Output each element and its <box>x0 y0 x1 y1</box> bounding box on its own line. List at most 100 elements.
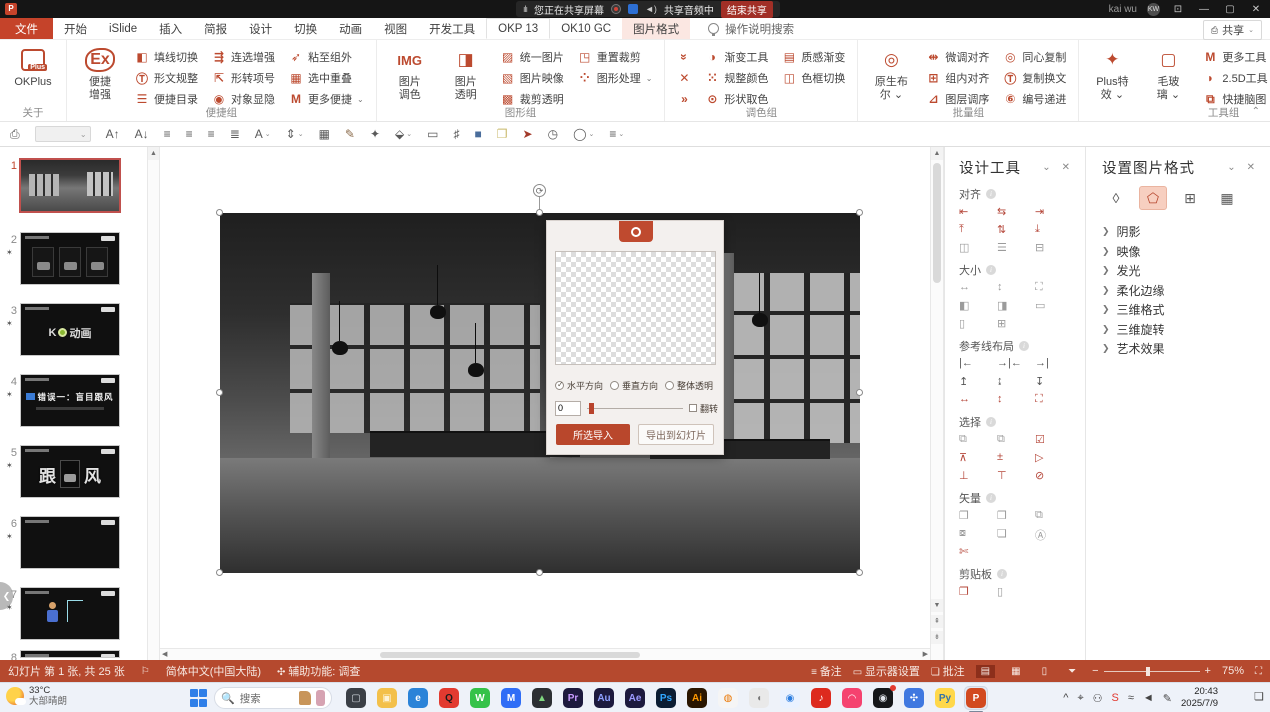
align-middle-icon[interactable]: ⇅ <box>997 223 1035 237</box>
resize-handle-nw[interactable] <box>216 209 223 216</box>
record-icon[interactable] <box>611 4 621 14</box>
rotate-handle[interactable]: ⟳ <box>533 184 546 197</box>
guide-span-v-icon[interactable]: ↕ <box>997 393 1035 407</box>
okplus-logo-button[interactable]: PlusOKPlus <box>8 44 58 89</box>
tab-开发工具[interactable]: 开发工具 <box>418 18 486 39</box>
tab-图片格式[interactable]: 图片格式 <box>622 18 690 39</box>
transparency-slider[interactable] <box>587 401 683 415</box>
select-below-icon[interactable]: ⊥ <box>959 469 997 483</box>
info-icon[interactable]: i <box>986 189 996 199</box>
info-icon[interactable]: i <box>986 265 996 275</box>
slide-thumbnail-6[interactable] <box>20 516 120 569</box>
image-reflection-button[interactable]: ▧图片映像 <box>497 68 568 88</box>
format-section-艺术效果[interactable]: ❯艺术效果 <box>1102 339 1270 359</box>
import-selected-button[interactable]: 所选导入 <box>556 424 630 445</box>
zoom-track[interactable] <box>1104 671 1200 672</box>
stop-share-button[interactable]: 结束共享 <box>721 1 773 18</box>
resize-handle-e[interactable] <box>856 389 863 396</box>
select-under-icon[interactable]: ⊤ <box>997 469 1035 483</box>
tab-动画[interactable]: 动画 <box>328 18 373 39</box>
guide-frame-icon[interactable]: ⛶ <box>1035 393 1073 407</box>
vector-text-icon[interactable]: Ⓐ <box>1035 527 1073 541</box>
transparency-preview[interactable] <box>555 251 716 365</box>
qq-taskbar-icon[interactable]: Q <box>437 686 461 710</box>
table-icon[interactable]: ▦ <box>319 127 330 141</box>
select-same-icon[interactable]: ⧉ <box>959 433 997 447</box>
wechat-taskbar-icon[interactable]: W <box>468 686 492 710</box>
line-spacing-icon[interactable]: ⇕⌄ <box>286 127 304 141</box>
proofing-icon[interactable]: ⚐ <box>141 666 150 677</box>
slide-thumbnail-2[interactable] <box>20 232 120 285</box>
radio-水平方向[interactable]: 水平方向 <box>555 379 603 392</box>
slide-thumbnail-5[interactable]: 跟风 <box>20 445 120 498</box>
pinwheel-3d-app-taskbar-icon[interactable]: ✣ <box>902 686 926 710</box>
fine-align-button[interactable]: ⇹微调对齐 <box>922 47 993 67</box>
export-to-slide-button[interactable]: 导出到幻灯片 <box>638 424 714 445</box>
plus-effects-button[interactable]: ✦Plus特 效 ⌄ <box>1087 44 1137 102</box>
select-pointer-icon[interactable]: ▷ <box>1035 451 1073 465</box>
guide-center-h-icon[interactable]: →|← <box>997 357 1035 371</box>
premiere-taskbar-icon[interactable]: Pr <box>561 686 585 710</box>
slide-thumbnail-8[interactable] <box>20 650 120 658</box>
select-above-icon[interactable]: ⊼ <box>959 451 997 465</box>
thumbnails-scrollbar[interactable]: ▲ <box>147 147 160 660</box>
font-size-select[interactable]: ⌄ <box>35 126 91 142</box>
info-icon[interactable]: i <box>986 417 996 427</box>
minimize-button[interactable]: — <box>1196 4 1212 15</box>
vector-cut-icon[interactable]: ✄ <box>959 545 997 559</box>
collapse-ribbon-icon[interactable]: ⌃ <box>1252 106 1260 117</box>
multi-select-enhance-button[interactable]: ⇶连选增强 <box>208 47 279 67</box>
python-taskbar-icon[interactable]: Py <box>933 686 957 710</box>
fill-line-tab[interactable]: ◊ <box>1102 186 1130 210</box>
format-painter-icon[interactable]: ✎ <box>345 127 355 141</box>
align-center-icon[interactable]: ≡ <box>186 127 193 141</box>
avatar[interactable]: KW <box>1147 3 1160 16</box>
blue-circle-app-taskbar-icon[interactable]: ◉ <box>778 686 802 710</box>
netease-music-taskbar-icon[interactable]: ♪ <box>809 686 833 710</box>
vector-fragment-icon[interactable]: ❏ <box>997 527 1035 541</box>
native-boolean-button[interactable]: ◎原生布 尔 ⌄ <box>866 44 916 102</box>
resize-handle-ne[interactable] <box>856 209 863 216</box>
tab-OK10 GC[interactable]: OK10 GC <box>550 18 622 39</box>
tell-me-search[interactable]: 操作说明搜索 <box>708 18 794 39</box>
obs-taskbar-icon[interactable]: ◉ <box>871 686 895 710</box>
volume-icon[interactable]: ◄ <box>1143 692 1154 704</box>
resize-handle-w[interactable] <box>216 389 223 396</box>
reset-crop-button[interactable]: ◳重置裁剪 <box>574 47 657 67</box>
dark-green-app-taskbar-icon[interactable]: ▲ <box>530 686 554 710</box>
red-arrow-icon[interactable]: ➤ <box>523 127 533 141</box>
close-icon[interactable]: ✕ <box>1247 162 1256 173</box>
resize-handle-n[interactable] <box>536 209 543 216</box>
resize-handle-s[interactable] <box>536 569 543 576</box>
resize-handle-sw[interactable] <box>216 569 223 576</box>
size-properties-tab[interactable]: ⊞ <box>1176 186 1204 210</box>
paste-outside-group-button[interactable]: ➶粘至组外 <box>285 47 368 67</box>
file-explorer-taskbar-icon[interactable]: ▣ <box>375 686 399 710</box>
sogou-icon[interactable]: S <box>1112 692 1119 704</box>
taskbar-clock[interactable]: 20:432025/7/9 <box>1181 686 1218 710</box>
pen-icon[interactable]: ✎ <box>1163 692 1172 705</box>
copy-icon[interactable]: ❐ <box>959 585 997 599</box>
stretch-h-icon[interactable]: ▭ <box>1035 299 1073 313</box>
guide-span-h-icon[interactable]: ↔ <box>959 393 997 407</box>
slide-thumbnail-7[interactable] <box>20 587 120 640</box>
after-effects-taskbar-icon[interactable]: Ae <box>623 686 647 710</box>
vector-intersect-icon[interactable]: ⧉ <box>1035 509 1073 523</box>
next-slide-icon[interactable]: ⇟ <box>931 631 943 644</box>
notification-center-icon[interactable]: ❏ <box>1254 690 1264 703</box>
vector-union-icon[interactable]: ❐ <box>959 509 997 523</box>
microphone-icon[interactable]: ⌖ <box>1077 692 1083 705</box>
vector-combine-icon[interactable]: ⧇ <box>959 527 997 541</box>
tab-iSlide[interactable]: iSlide <box>98 18 148 39</box>
color-frame-toggle-button[interactable]: ◫色框切换 <box>778 68 849 88</box>
tab-插入[interactable]: 插入 <box>148 18 193 39</box>
format-section-三维格式[interactable]: ❯三维格式 <box>1102 300 1270 320</box>
slider-handle[interactable] <box>589 403 594 414</box>
resize-handle-se[interactable] <box>856 569 863 576</box>
info-icon[interactable]: i <box>986 493 996 503</box>
info-icon[interactable]: i <box>997 569 1007 579</box>
guide-middle-icon[interactable]: ↨ <box>997 375 1035 389</box>
same-width-icon[interactable]: ↔ <box>959 281 997 295</box>
radio-垂直方向[interactable]: 垂直方向 <box>610 379 658 392</box>
guide-top-icon[interactable]: ↥ <box>959 375 997 389</box>
